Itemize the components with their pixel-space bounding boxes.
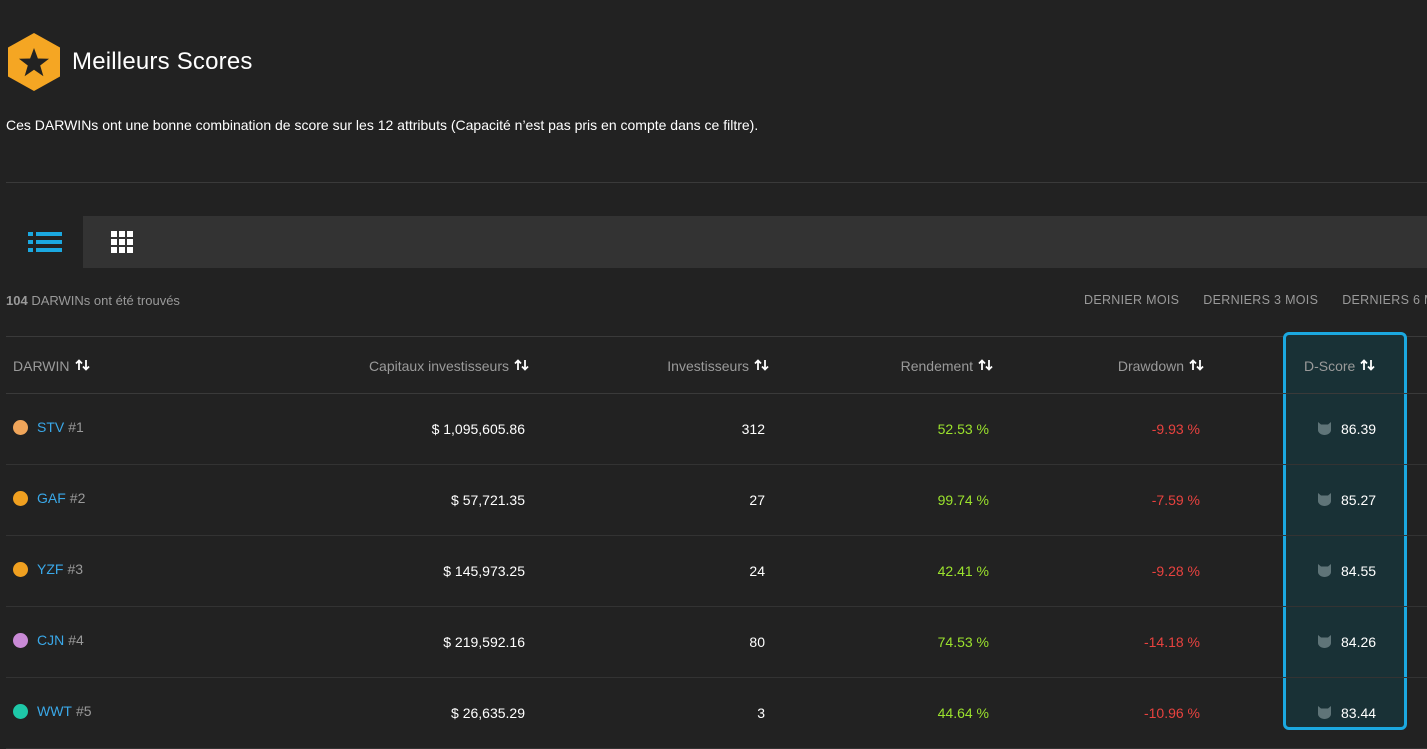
darwin-cell: YZF #3 [13, 561, 83, 577]
table-body: STV #1 $ 1,095,605.86 312 52.53 % -9.93 … [6, 394, 1427, 749]
sort-icon [978, 358, 994, 374]
darwin-cell: WWT #5 [13, 703, 92, 719]
tab-last-3-months[interactable]: DERNIERS 3 MOIS [1203, 293, 1318, 307]
view-toolbar [6, 216, 1427, 268]
divider [6, 182, 1427, 183]
dscore-badge-icon [1316, 419, 1333, 439]
column-header-drawdown[interactable]: Drawdown [1118, 358, 1205, 374]
column-header-label: Investisseurs [667, 358, 749, 374]
table-row[interactable]: YZF #3 $ 145,973.25 24 42.41 % -9.28 % 8… [6, 536, 1427, 607]
darwin-table: DARWIN Capitaux investisseurs Investisse… [6, 337, 1427, 749]
sort-icon [754, 358, 770, 374]
investors-cell: 3 [757, 705, 765, 721]
return-cell: 44.64 % [937, 705, 989, 721]
grid-view-button[interactable] [83, 216, 160, 268]
sort-icon [1360, 358, 1376, 374]
dscore-badge-icon [1316, 632, 1333, 652]
capital-cell: $ 26,635.29 [451, 705, 525, 721]
table-row[interactable]: CJN #4 $ 219,592.16 80 74.53 % -14.18 % … [6, 607, 1427, 678]
darwin-link[interactable]: STV [37, 419, 64, 435]
table-row[interactable]: WWT #5 $ 26,635.29 3 44.64 % -10.96 % 83… [6, 678, 1427, 749]
investors-cell: 27 [749, 492, 765, 508]
page-title: Meilleurs Scores [72, 48, 253, 75]
dscore-badge-icon [1316, 490, 1333, 510]
capital-cell: $ 145,973.25 [443, 563, 525, 579]
drawdown-cell: -10.96 % [1143, 705, 1200, 721]
column-header-investors[interactable]: Investisseurs [667, 358, 770, 374]
dscore-cell: 84.55 [1316, 561, 1376, 581]
investors-cell: 312 [741, 421, 765, 437]
return-cell: 74.53 % [937, 634, 989, 650]
table-header: DARWIN Capitaux investisseurs Investisse… [6, 337, 1427, 394]
investors-cell: 80 [749, 634, 765, 650]
darwin-color-dot [13, 490, 28, 506]
capital-cell: $ 1,095,605.86 [431, 421, 525, 437]
column-header-darwin[interactable]: DARWIN [13, 358, 91, 374]
column-header-return[interactable]: Rendement [901, 358, 994, 374]
column-header-label: DARWIN [13, 358, 70, 374]
darwin-link[interactable]: YZF [37, 561, 63, 577]
dscore-value: 85.27 [1341, 492, 1377, 508]
dscore-cell: 84.26 [1316, 632, 1376, 652]
dscore-cell: 86.39 [1316, 419, 1376, 439]
tab-last-6-months[interactable]: DERNIERS 6 MO [1342, 293, 1427, 307]
darwin-color-dot [13, 561, 28, 577]
darwin-link[interactable]: CJN [37, 632, 64, 648]
darwin-rank: #1 [68, 419, 84, 435]
darwin-color-dot [13, 419, 28, 435]
list-view-button[interactable] [6, 216, 83, 268]
sort-icon [74, 358, 91, 374]
dscore-cell: 85.27 [1316, 490, 1376, 510]
results-count-number: 104 [6, 293, 28, 308]
return-cell: 99.74 % [937, 492, 989, 508]
results-count: 104 DARWINs ont été trouvés [6, 293, 180, 308]
darwin-link[interactable]: GAF [37, 490, 66, 506]
page-header: Meilleurs Scores [6, 32, 253, 92]
dscore-cell: 83.44 [1316, 703, 1376, 723]
table-row[interactable]: GAF #2 $ 57,721.35 27 99.74 % -7.59 % 85… [6, 465, 1427, 536]
grid-view-icon [110, 231, 133, 253]
darwin-cell: CJN #4 [13, 632, 84, 648]
column-header-label: Rendement [900, 358, 973, 374]
darwin-rank: #4 [68, 632, 84, 648]
darwin-cell: STV #1 [13, 419, 84, 435]
return-cell: 52.53 % [937, 421, 989, 437]
darwin-rank: #5 [75, 703, 92, 719]
column-header-label: Capitaux investisseurs [368, 358, 509, 374]
column-header-label: Drawdown [1117, 358, 1184, 374]
page-description: Ces DARWINs ont une bonne combination de… [6, 117, 759, 133]
investors-cell: 24 [749, 563, 765, 579]
column-header-capital[interactable]: Capitaux investisseurs [369, 358, 530, 374]
tab-last-month[interactable]: DERNIER MOIS [1084, 293, 1179, 307]
darwin-cell: GAF #2 [13, 490, 85, 506]
drawdown-cell: -9.93 % [1151, 421, 1200, 437]
column-header-label: D-Score [1304, 358, 1356, 374]
darwin-link[interactable]: WWT [37, 703, 72, 719]
dscore-badge-icon [1316, 703, 1333, 723]
return-cell: 42.41 % [937, 563, 989, 579]
dscore-value: 86.39 [1341, 421, 1377, 437]
results-count-label: DARWINs ont été trouvés [31, 293, 180, 308]
table-row[interactable]: STV #1 $ 1,095,605.86 312 52.53 % -9.93 … [6, 394, 1427, 465]
dscore-value: 84.55 [1341, 563, 1377, 579]
drawdown-cell: -9.28 % [1151, 563, 1200, 579]
capital-cell: $ 219,592.16 [443, 634, 525, 650]
darwin-rank: #3 [67, 561, 84, 577]
darwin-color-dot [13, 703, 28, 719]
dscore-value: 83.44 [1341, 705, 1377, 721]
sort-icon [1189, 358, 1205, 374]
dscore-value: 84.26 [1341, 634, 1377, 650]
list-view-icon [27, 232, 62, 252]
darwin-rank: #2 [69, 490, 86, 506]
drawdown-cell: -14.18 % [1143, 634, 1200, 650]
star-hexagon-icon [6, 32, 62, 92]
column-header-dscore[interactable]: D-Score [1304, 358, 1376, 374]
drawdown-cell: -7.59 % [1151, 492, 1200, 508]
period-tabs: DERNIER MOIS DERNIERS 3 MOIS DERNIERS 6 … [1084, 293, 1427, 307]
dscore-badge-icon [1316, 561, 1333, 581]
capital-cell: $ 57,721.35 [451, 492, 525, 508]
sort-icon [514, 358, 530, 374]
darwin-color-dot [13, 632, 28, 648]
